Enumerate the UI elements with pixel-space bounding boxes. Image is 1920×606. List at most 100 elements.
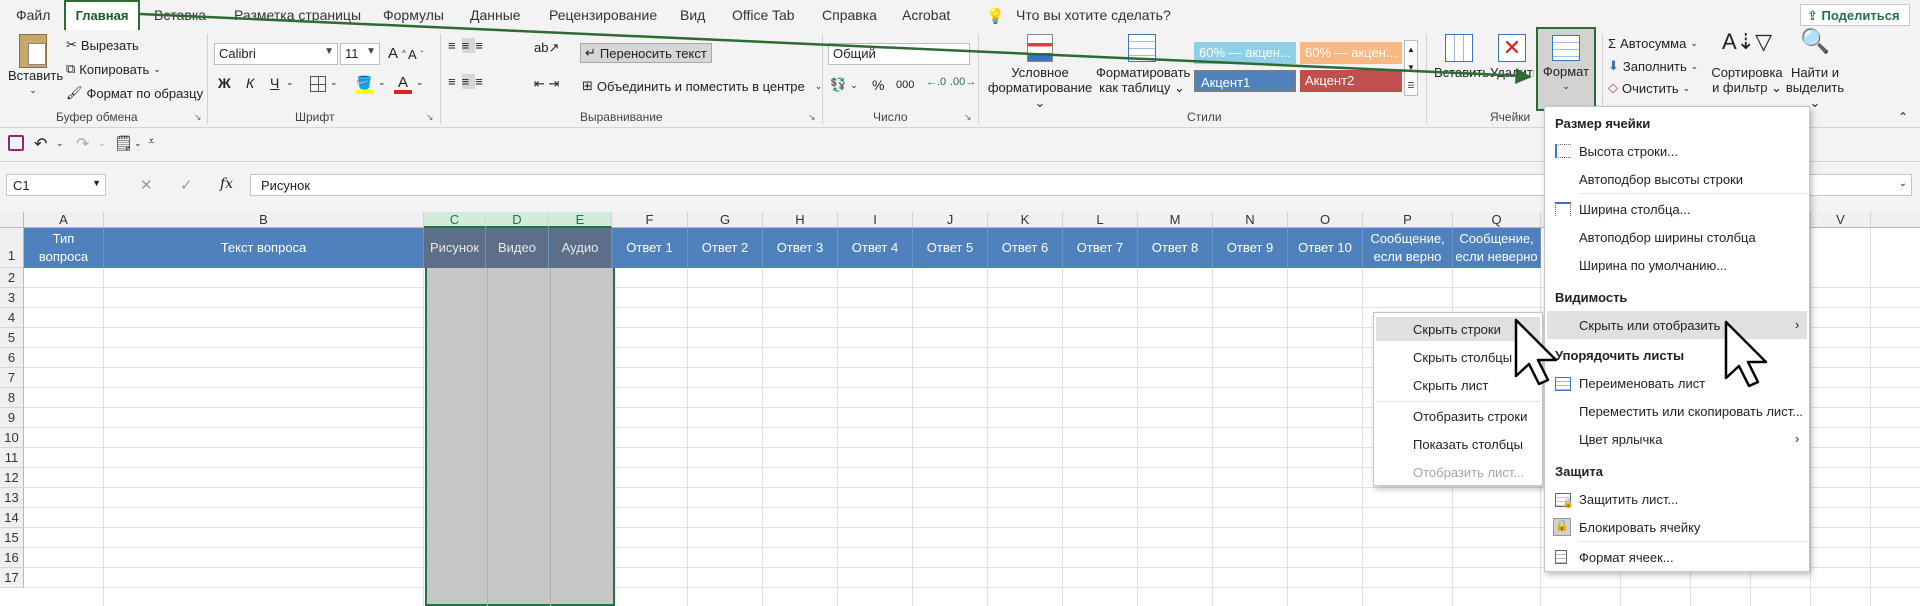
column-header-g[interactable]: G [688,212,763,228]
expand-formula-icon[interactable]: ⌄ [1899,178,1907,189]
column-header-j[interactable]: J [913,212,988,228]
header-cell-g[interactable]: Ответ 2 [688,228,763,268]
insert-cells-button[interactable]: Вставить [1434,34,1489,80]
tab-review[interactable]: Рецензирование [549,7,657,23]
form-icon[interactable]: 🗒 [114,134,133,152]
customize-qat-icon[interactable]: ⩡ [148,134,155,149]
menu-tab-color[interactable]: Цвет ярлычка [1579,432,1662,447]
italic-button[interactable]: К [246,75,254,91]
chevron-down-icon[interactable]: ⌄ [56,138,64,149]
column-header-m[interactable]: M [1138,212,1213,228]
column-header[interactable] [1871,212,1920,228]
select-all-corner[interactable] [0,212,24,228]
format-cells-button[interactable]: Формат ⌄ [1536,27,1596,111]
row-header-14[interactable]: 14 [0,508,24,528]
style-60-accent-2[interactable]: 60% — акцен... [1300,42,1402,64]
column-header-l[interactable]: L [1063,212,1138,228]
column-header-f[interactable]: F [612,212,688,228]
header-cell-p[interactable]: Сообщение, если верно [1363,228,1453,268]
cancel-icon[interactable]: ✕ [140,176,153,194]
indent-icon[interactable]: ⇤ ⇥ [534,76,559,92]
header-cell-d[interactable]: Видео [486,228,549,268]
chevron-down-icon[interactable]: ⌄ [416,77,424,88]
menu-column-width[interactable]: Ширина столбца... [1579,202,1690,217]
row-header-9[interactable]: 9 [0,408,24,428]
menu-move-copy-sheet[interactable]: Переместить или скопировать лист... [1579,404,1803,419]
row-header-11[interactable]: 11 [0,448,24,468]
column-header-c[interactable]: C [424,212,486,228]
row-header-12[interactable]: 12 [0,468,24,488]
orientation-icon[interactable]: ab↗ [534,40,559,56]
vertical-align-icons[interactable]: ≡≡≡ [448,38,528,58]
dialog-launcher-icon[interactable]: ↘ [964,112,972,123]
dialog-launcher-icon[interactable]: ↘ [194,112,202,123]
header-cell-l[interactable]: Ответ 7 [1063,228,1138,268]
row-header-1[interactable]: 1 [0,228,24,268]
menu-rename-sheet[interactable]: Переименовать лист [1579,376,1705,391]
wrap-text-button[interactable]: ↵ Переносить текст [580,43,712,63]
column-header-b[interactable]: B [104,212,424,228]
chevron-down-icon[interactable]: ⌄ [330,77,338,88]
row-header-15[interactable]: 15 [0,528,24,548]
paste-button[interactable]: Вставить ⌄ [8,34,63,98]
column-header-a[interactable]: A [24,212,104,228]
font-color-icon[interactable]: A [394,74,412,94]
tab-page-layout[interactable]: Разметка страницы [234,7,361,23]
dialog-launcher-icon[interactable]: ↘ [426,112,434,123]
menu-show-rows[interactable]: Отобразить строки [1413,409,1527,424]
tab-file[interactable]: Файл [16,7,50,23]
tab-insert[interactable]: Вставка [154,7,206,23]
conditional-formatting-button[interactable]: Условное форматирование ⌄ [984,34,1096,110]
column-header-e[interactable]: E [549,212,612,228]
menu-format-cells[interactable]: Формат ячеек... [1579,550,1674,565]
increase-font-icon[interactable]: A ^ [388,45,406,62]
header-cell-h[interactable]: Ответ 3 [763,228,838,268]
row-header-7[interactable]: 7 [0,368,24,388]
row-header-4[interactable]: 4 [0,308,24,328]
chevron-down-icon[interactable]: ⌄ [98,138,106,149]
row-header-3[interactable]: 3 [0,288,24,308]
delete-cells-button[interactable]: ✕ Удалить [1490,34,1534,80]
tab-view[interactable]: Вид [680,7,705,23]
row-header-16[interactable]: 16 [0,548,24,568]
name-box[interactable]: C1 ▼ [6,174,106,196]
menu-show-sheet[interactable]: Отобразить лист... [1413,465,1524,480]
enter-icon[interactable]: ✓ [180,176,193,194]
column-header-n[interactable]: N [1213,212,1288,228]
decrease-decimal-icon[interactable]: .00→ [950,76,976,88]
header-cell-f[interactable]: Ответ 1 [612,228,688,268]
style-accent-1[interactable]: Акцент1 [1194,70,1296,92]
row-header-6[interactable]: 6 [0,348,24,368]
header-cell-j[interactable]: Ответ 5 [913,228,988,268]
tab-acrobat[interactable]: Acrobat [902,7,950,23]
redo-icon[interactable]: ↷ [76,134,89,154]
chevron-down-icon[interactable]: ⌄ [134,138,142,149]
sort-filter-button[interactable]: A⇣▽ Сортировка и фильтр ⌄ [1710,31,1784,96]
tab-data[interactable]: Данные [470,7,521,23]
menu-default-width[interactable]: Ширина по умолчанию... [1579,258,1727,273]
column-header-p[interactable]: P [1363,212,1453,228]
tab-office-tab[interactable]: Office Tab [732,7,795,23]
header-cell-e[interactable]: Аудио [549,228,612,268]
row-header-2[interactable]: 2 [0,268,24,288]
tab-home[interactable]: Главная [64,0,140,30]
column-header-d[interactable]: D [486,212,549,228]
menu-hide-columns[interactable]: Скрыть столбцы [1413,350,1512,365]
menu-hide-show[interactable]: Скрыть или отобразить [1579,318,1720,333]
menu-autofit-row[interactable]: Автоподбор высоты строки [1579,172,1743,187]
menu-row-height[interactable]: Высота строки... [1579,144,1678,159]
insert-function-icon[interactable]: fx [220,176,233,192]
increase-decimal-icon[interactable]: ←.0 [926,76,946,88]
horizontal-align-icons[interactable]: ≡≡≡ [448,74,528,94]
header-cell-q[interactable]: Сообщение, если неверно [1453,228,1541,268]
cut-button[interactable]: ✂ Вырезать [66,37,139,53]
column-header-h[interactable]: H [763,212,838,228]
header-cell-m[interactable]: Ответ 8 [1138,228,1213,268]
find-select-button[interactable]: 🔍 Найти и выделить ⌄ [1784,30,1846,111]
underline-button[interactable]: Ч [270,75,279,91]
row-header-17[interactable]: 17 [0,568,24,588]
row-header-8[interactable]: 8 [0,388,24,408]
fill-color-icon[interactable]: 🪣 [356,75,374,94]
dialog-launcher-icon[interactable]: ↘ [808,112,816,123]
autosum-button[interactable]: Σ Автосумма ⌄ [1608,36,1698,51]
